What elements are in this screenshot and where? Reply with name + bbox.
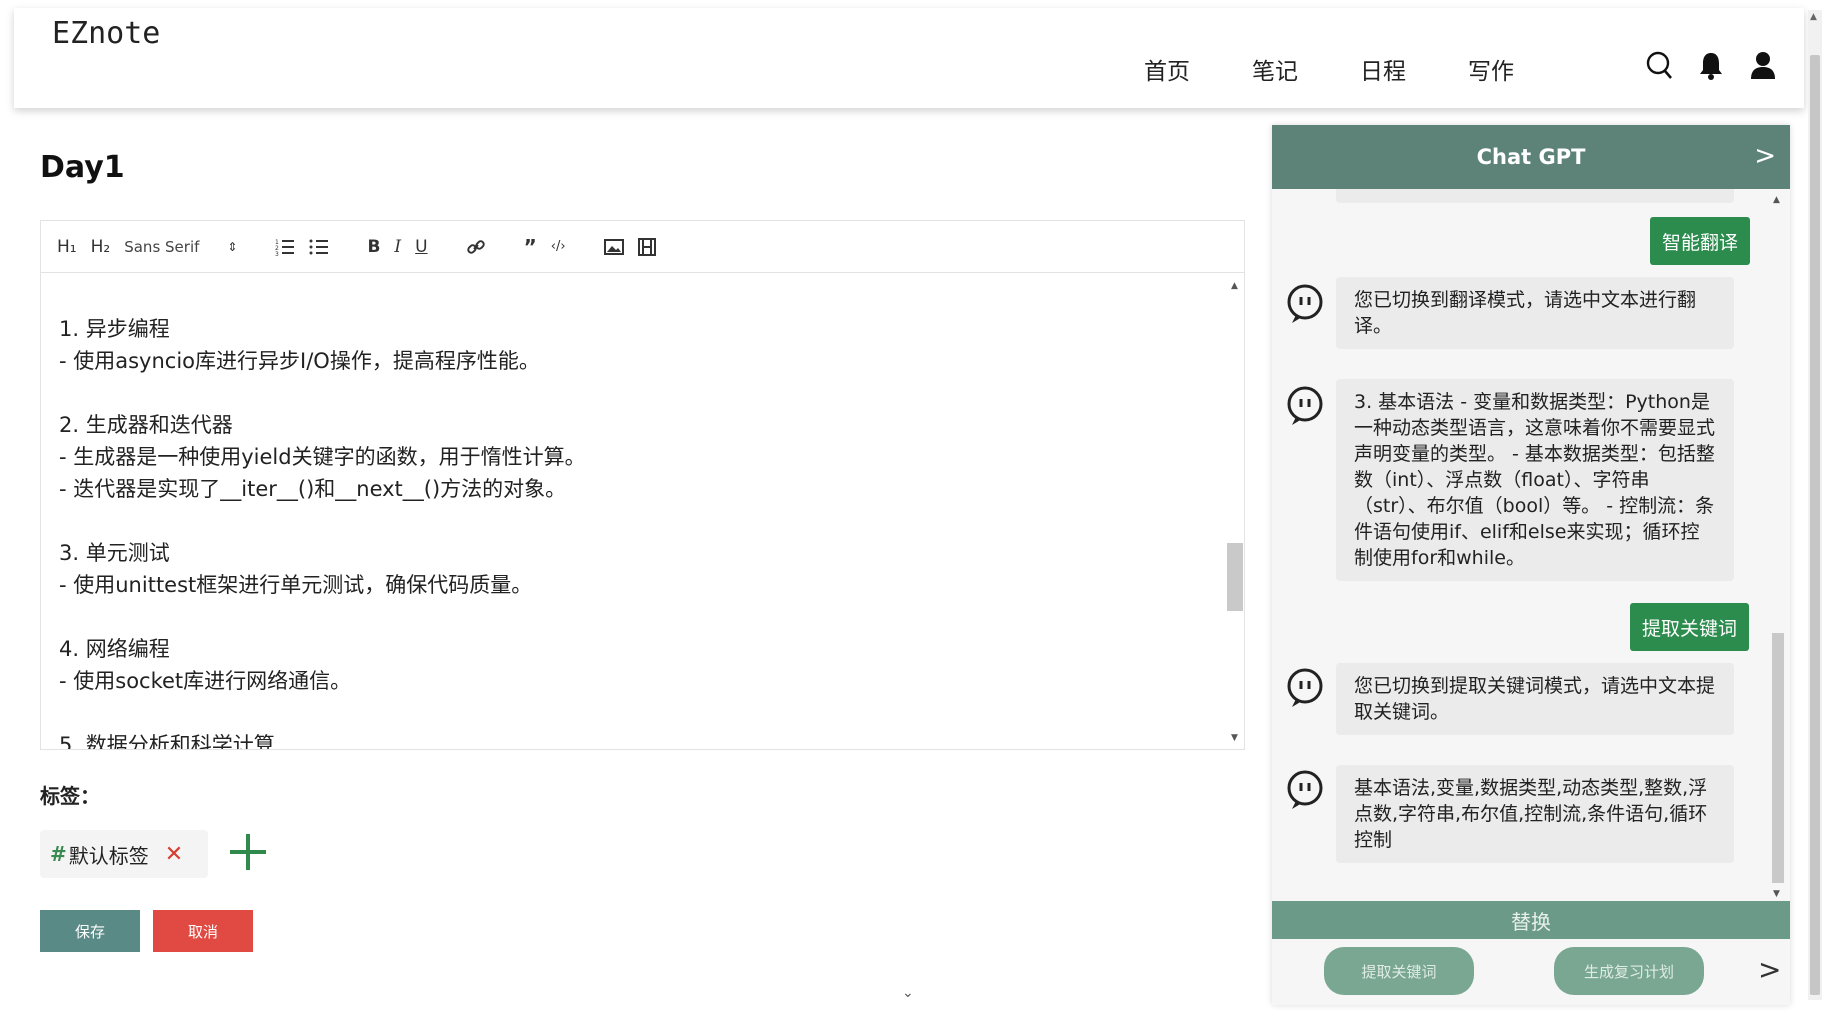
note-line bbox=[59, 505, 1209, 537]
note-line: - 使用socket库进行网络通信。 bbox=[59, 669, 352, 693]
bot-avatar-icon bbox=[1287, 284, 1323, 323]
chevron-updown-icon: ⇕ bbox=[227, 239, 238, 254]
chevron-right-icon[interactable]: > bbox=[1754, 141, 1776, 171]
extract-keywords-button[interactable]: 提取关键词 bbox=[1324, 947, 1474, 995]
font-select-value: Sans Serif bbox=[124, 237, 200, 256]
note-line: - 使用unittest框架进行单元测试，确保代码质量。 bbox=[59, 573, 533, 597]
underline-icon[interactable]: U bbox=[415, 237, 427, 257]
note-line: - 使用asyncio库进行异步I/O操作，提高程序性能。 bbox=[59, 349, 540, 373]
chat-header: Chat GPT > bbox=[1272, 125, 1790, 189]
previous-message-stub bbox=[1336, 189, 1734, 203]
bot-message: 您已切换到翻译模式，请选中文本进行翻译。 bbox=[1336, 277, 1734, 349]
scroll-up-arrow[interactable]: ▲ bbox=[1810, 12, 1817, 22]
header-icons bbox=[1644, 48, 1778, 82]
nav-home[interactable]: 首页 bbox=[1144, 52, 1190, 86]
note-line: - 迭代器是实现了__iter__()和__next__()方法的对象。 bbox=[59, 477, 567, 501]
chat-scrollbar[interactable]: ▲ ▼ bbox=[1768, 189, 1786, 901]
font-select[interactable]: Sans Serif ⇕ bbox=[124, 238, 237, 256]
bot-avatar-icon bbox=[1287, 668, 1323, 707]
user-message[interactable]: 提取关键词 bbox=[1630, 603, 1750, 651]
bold-icon[interactable]: B bbox=[367, 237, 380, 257]
editor-scrollbar[interactable]: ▲ ▼ bbox=[1221, 273, 1243, 749]
top-header: EZnote 首页 笔记 日程 写作 bbox=[14, 8, 1804, 108]
note-line: 1. 异步编程 bbox=[59, 317, 170, 341]
bot-message: 基本语法,变量,数据类型,动态类型,整数,浮点数,字符串,布尔值,控制流,条件语… bbox=[1336, 765, 1734, 863]
nav-writing[interactable]: 写作 bbox=[1468, 52, 1514, 86]
chat-panel: Chat GPT > 智能翻译 您已切换到翻译模式，请选中文本进行翻译。 3. … bbox=[1272, 125, 1790, 1005]
note-content[interactable]: 1. 异步编程 - 使用asyncio库进行异步I/O操作，提高程序性能。 2.… bbox=[59, 313, 1209, 750]
editor-scroll-thumb[interactable] bbox=[1227, 543, 1243, 611]
user-icon[interactable] bbox=[1748, 48, 1778, 82]
replace-button[interactable]: 替换 bbox=[1272, 901, 1790, 939]
chat-scroll-thumb[interactable] bbox=[1772, 633, 1784, 883]
editor-toolbar: H₁ H₂ Sans Serif ⇕ 123 B I U ” ‹/› bbox=[40, 220, 1245, 272]
italic-icon[interactable]: I bbox=[394, 237, 401, 257]
tag-hash: # bbox=[50, 842, 67, 866]
nav-schedule[interactable]: 日程 bbox=[1360, 52, 1406, 86]
heading1-button[interactable]: H₁ bbox=[57, 237, 77, 257]
link-icon[interactable] bbox=[466, 237, 486, 257]
bullet-list-icon[interactable] bbox=[309, 238, 329, 256]
save-button[interactable]: 保存 bbox=[40, 910, 140, 952]
chat-scroll-down-arrow[interactable]: ▼ bbox=[1773, 889, 1780, 899]
tag-chip[interactable]: # 默认标签 ✕ bbox=[40, 830, 208, 878]
ordered-list-icon[interactable]: 123 bbox=[275, 238, 295, 256]
note-line bbox=[59, 377, 1209, 409]
remove-tag-icon[interactable]: ✕ bbox=[165, 842, 183, 867]
tags-label: 标签： bbox=[40, 784, 100, 808]
note-title[interactable]: Day1 bbox=[40, 150, 125, 185]
editor-scroll-up-arrow[interactable]: ▲ bbox=[1231, 281, 1238, 291]
generate-review-plan-button[interactable]: 生成复习计划 bbox=[1554, 947, 1704, 995]
note-line: 5. 数据分析和科学计算 bbox=[59, 733, 275, 750]
editor-scroll-down-arrow[interactable]: ▼ bbox=[1231, 733, 1238, 743]
svg-text:3: 3 bbox=[275, 251, 279, 256]
note-line: 4. 网络编程 bbox=[59, 637, 170, 661]
note-line bbox=[59, 601, 1209, 633]
note-line: - 生成器是一种使用yield关键字的函数，用于惰性计算。 bbox=[59, 445, 586, 469]
chat-title: Chat GPT bbox=[1476, 145, 1586, 169]
bell-icon[interactable] bbox=[1696, 48, 1726, 82]
bot-message: 您已切换到提取关键词模式，请选中文本提取关键词。 bbox=[1336, 663, 1734, 735]
add-tag-icon[interactable] bbox=[226, 830, 270, 874]
note-line: 2. 生成器和迭代器 bbox=[59, 413, 233, 437]
note-editor[interactable]: 1. 异步编程 - 使用asyncio库进行异步I/O操作，提高程序性能。 2.… bbox=[40, 272, 1245, 750]
note-line bbox=[59, 697, 1209, 729]
quote-icon[interactable]: ” bbox=[524, 235, 537, 259]
search-icon[interactable] bbox=[1644, 48, 1674, 82]
cancel-button[interactable]: 取消 bbox=[153, 910, 253, 952]
main-nav: 首页 笔记 日程 写作 bbox=[1144, 52, 1514, 86]
bot-avatar-icon bbox=[1287, 386, 1323, 425]
page-scrollbar[interactable]: ▲ bbox=[1808, 10, 1822, 1000]
brand-logo[interactable]: EZnote bbox=[52, 16, 160, 51]
bot-message: 3. 基本语法 - 变量和数据类型：Python是一种动态类型语言，这意味着你不… bbox=[1336, 379, 1734, 581]
nav-notes[interactable]: 笔记 bbox=[1252, 52, 1298, 86]
video-icon[interactable] bbox=[637, 237, 656, 256]
bot-avatar-icon bbox=[1287, 770, 1323, 809]
page-scroll-thumb[interactable] bbox=[1810, 55, 1820, 995]
note-line: 3. 单元测试 bbox=[59, 541, 170, 565]
user-message[interactable]: 智能翻译 bbox=[1650, 217, 1751, 265]
chevron-down-icon[interactable]: ⌄ bbox=[902, 985, 914, 1001]
chat-messages[interactable]: 智能翻译 您已切换到翻译模式，请选中文本进行翻译。 3. 基本语法 - 变量和数… bbox=[1272, 189, 1790, 901]
code-icon[interactable]: ‹/› bbox=[551, 239, 566, 254]
heading2-button[interactable]: H₂ bbox=[91, 237, 111, 257]
chat-scroll-up-arrow[interactable]: ▲ bbox=[1773, 195, 1780, 205]
tag-name: 默认标签 bbox=[68, 843, 149, 868]
image-icon[interactable] bbox=[603, 238, 624, 255]
chevron-right-icon[interactable]: > bbox=[1758, 953, 1781, 986]
